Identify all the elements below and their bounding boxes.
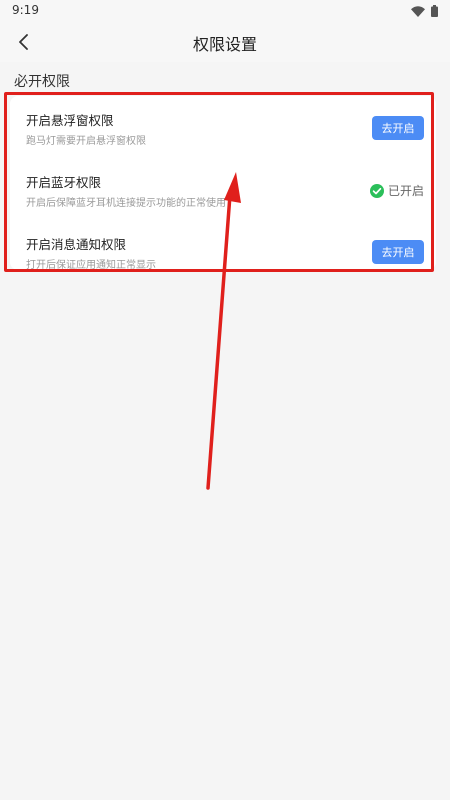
permission-item-bluetooth: 开启蓝牙权限 开启后保障蓝牙耳机连接提示功能的正常使用 已开启 [10,162,436,220]
permission-title: 开启悬浮窗权限 [26,113,114,128]
battery-icon [431,5,438,17]
section-title: 必开权限 [14,74,70,90]
top-bar: 权限设置 [0,22,450,62]
permission-description: 开启后保障蓝牙耳机连接提示功能的正常使用 [26,198,226,209]
permission-description: 跑马灯需要开启悬浮窗权限 [26,136,146,147]
check-circle-icon [369,183,384,198]
permission-item-notification: 开启消息通知权限 打开后保证应用通知正常显示 去开启 [10,224,436,282]
status-time: 9:19 [12,3,39,17]
permission-item-floating-window: 开启悬浮窗权限 跑马灯需要开启悬浮窗权限 去开启 [10,100,436,158]
permissions-card: 开启悬浮窗权限 跑马灯需要开启悬浮窗权限 去开启 开启蓝牙权限 开启后保障蓝牙耳… [10,96,436,271]
permission-title: 开启消息通知权限 [26,237,127,252]
enable-notification-button[interactable]: 去开启 [372,240,424,264]
status-icons [411,5,438,17]
wifi-icon [411,5,425,17]
status-bar: 9:19 [0,0,450,22]
enable-floating-window-button[interactable]: 去开启 [372,116,424,140]
enabled-label: 已开启 [387,184,424,198]
page-title: 权限设置 [192,35,257,54]
permission-description: 打开后保证应用通知正常显示 [26,260,156,271]
permission-title: 开启蓝牙权限 [26,175,102,190]
bluetooth-enabled-status: 已开启 [369,182,424,199]
